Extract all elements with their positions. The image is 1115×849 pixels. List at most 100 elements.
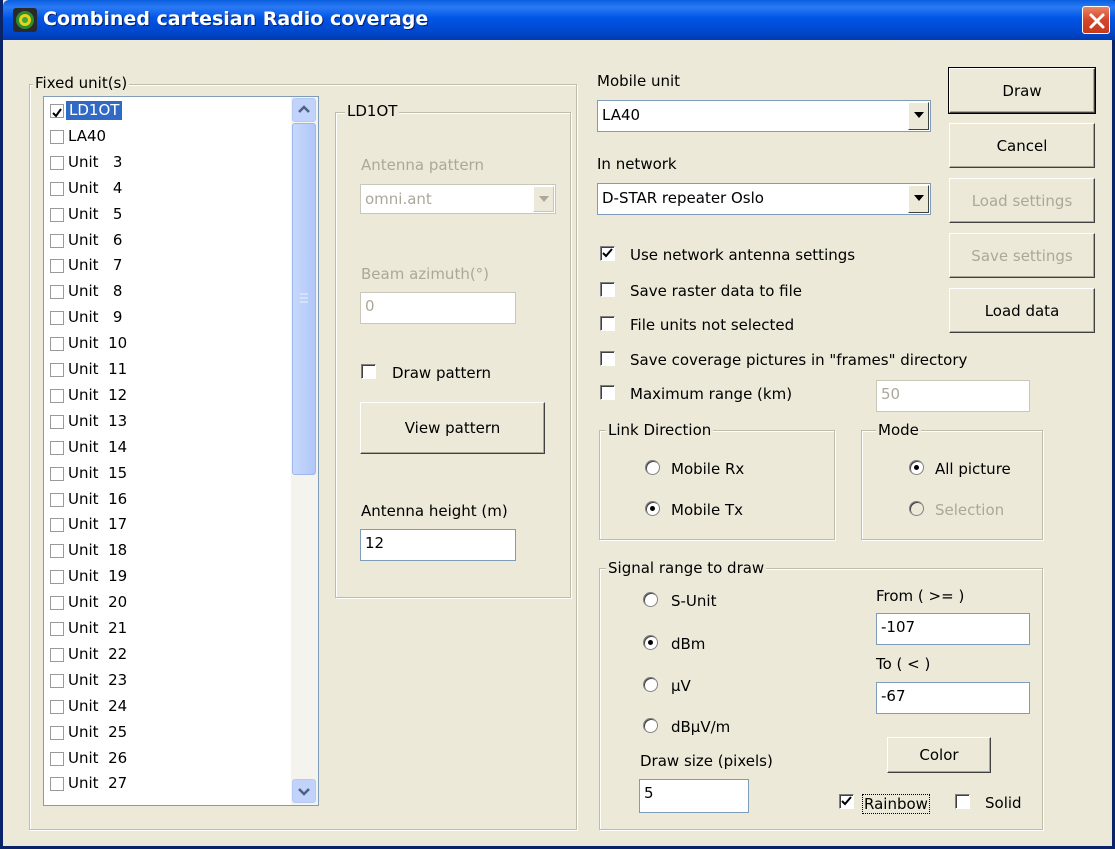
list-item-checkbox[interactable]	[50, 647, 64, 662]
use-network-antenna-checkbox[interactable]	[600, 246, 615, 261]
scroll-up-button[interactable]	[292, 98, 316, 122]
save-settings-button[interactable]: Save settings	[949, 233, 1095, 278]
list-item-checkbox[interactable]	[50, 259, 64, 274]
to-input[interactable]: -67	[876, 682, 1030, 714]
mobile-tx-radio[interactable]	[645, 501, 660, 516]
list-item[interactable]: Unit 8	[47, 281, 295, 302]
list-item-checkbox[interactable]	[50, 181, 64, 196]
list-item-checkbox[interactable]	[50, 363, 64, 377]
dbuvm-radio[interactable]	[643, 718, 658, 733]
list-item-checkbox[interactable]	[50, 622, 64, 636]
list-item-checkbox[interactable]	[50, 596, 64, 611]
file-units-checkbox[interactable]	[600, 316, 615, 331]
scroll-thumb[interactable]	[292, 123, 316, 475]
antenna-height-input[interactable]: 12	[360, 529, 516, 561]
view-pattern-button[interactable]: View pattern	[360, 402, 545, 454]
list-item[interactable]: Unit 11	[47, 359, 295, 380]
save-raster-label: Save raster data to file	[630, 282, 803, 300]
list-item-checkbox[interactable]	[50, 570, 64, 585]
list-item[interactable]: Unit 9	[47, 307, 295, 328]
app-icon	[13, 8, 37, 32]
draw-size-input[interactable]: 5	[639, 779, 749, 813]
link-direction-group	[599, 430, 835, 540]
list-item-checkbox[interactable]	[50, 233, 64, 248]
rainbow-checkbox[interactable]	[839, 794, 854, 809]
list-item[interactable]: Unit 22	[47, 644, 295, 665]
mobile-unit-select[interactable]: LA40	[597, 100, 931, 132]
beam-azimuth-input[interactable]: 0	[360, 292, 516, 324]
list-item[interactable]: Unit 15	[47, 463, 295, 484]
list-item[interactable]: Unit 19	[47, 566, 295, 587]
list-item-checkbox[interactable]	[50, 388, 64, 403]
list-item[interactable]: Unit 7	[47, 255, 295, 276]
list-item-checkbox[interactable]	[50, 207, 64, 222]
list-item-checkbox[interactable]	[50, 440, 64, 455]
all-picture-radio[interactable]	[909, 460, 924, 475]
in-network-select[interactable]: D-STAR repeater Oslo	[597, 183, 931, 215]
draw-pattern-checkbox[interactable]	[361, 364, 376, 379]
list-item[interactable]: LA40	[47, 126, 295, 147]
solid-checkbox[interactable]	[955, 794, 970, 809]
list-item-checkbox[interactable]	[50, 311, 64, 326]
fixed-units-list[interactable]: LD1OT LA40 Unit 3 Unit 4 Unit 5 Unit 6 Unit 7 U…	[43, 96, 319, 806]
dropdown-arrow-icon[interactable]	[908, 102, 929, 130]
list-item[interactable]: Unit 16	[47, 489, 295, 510]
list-item[interactable]: Unit 23	[47, 670, 295, 691]
max-range-checkbox[interactable]	[600, 385, 615, 400]
list-item[interactable]: Unit 3	[47, 152, 295, 173]
from-input[interactable]: -107	[876, 613, 1030, 645]
list-item[interactable]: Unit 14	[47, 437, 295, 458]
list-item[interactable]: Unit 5	[47, 204, 295, 225]
list-item-checkbox[interactable]	[50, 777, 64, 792]
list-item[interactable]: Unit 18	[47, 540, 295, 561]
solid-label: Solid	[985, 794, 1022, 812]
list-item[interactable]: Unit 17	[47, 514, 295, 535]
list-item-checkbox[interactable]	[50, 155, 64, 170]
color-button[interactable]: Color	[887, 737, 991, 773]
uv-radio[interactable]	[643, 677, 658, 692]
list-item[interactable]: Unit 6	[47, 230, 295, 251]
list-item[interactable]: Unit 21	[47, 618, 295, 639]
list-item[interactable]: Unit 12	[47, 385, 295, 406]
close-button[interactable]	[1082, 6, 1110, 34]
list-item[interactable]: Unit 25	[47, 722, 295, 743]
list-item[interactable]: LD1OT	[47, 100, 295, 121]
list-item-checkbox[interactable]	[50, 337, 64, 352]
save-raster-checkbox[interactable]	[600, 282, 615, 297]
scroll-down-button[interactable]	[292, 779, 316, 803]
list-item-checkbox[interactable]	[50, 544, 64, 559]
dbm-radio[interactable]	[643, 635, 658, 650]
list-item-checkbox[interactable]	[50, 673, 64, 688]
list-item[interactable]: Unit 26	[47, 748, 295, 769]
list-item-checkbox[interactable]	[50, 518, 64, 533]
list-item[interactable]: Unit 27	[47, 773, 295, 794]
list-item-checkbox[interactable]	[50, 466, 64, 481]
list-item-checkbox[interactable]	[50, 725, 64, 740]
dropdown-arrow-icon[interactable]	[533, 186, 554, 212]
list-item[interactable]: Unit 20	[47, 592, 295, 613]
list-item-checkbox[interactable]	[50, 285, 64, 300]
s-unit-radio[interactable]	[643, 592, 658, 607]
list-item[interactable]: Unit 10	[47, 333, 295, 354]
load-settings-button[interactable]: Load settings	[949, 178, 1095, 223]
list-item[interactable]: Unit 13	[47, 411, 295, 432]
save-coverage-checkbox[interactable]	[600, 351, 615, 366]
draw-button[interactable]: Draw	[948, 67, 1096, 114]
list-item[interactable]: Unit 24	[47, 696, 295, 717]
mobile-rx-radio[interactable]	[645, 460, 660, 475]
title-bar[interactable]: Combined cartesian Radio coverage	[3, 0, 1115, 40]
list-item[interactable]: Unit 4	[47, 178, 295, 199]
dropdown-arrow-icon[interactable]	[908, 185, 929, 213]
antenna-pattern-select[interactable]: omni.ant	[360, 184, 556, 214]
load-data-button[interactable]: Load data	[949, 288, 1095, 333]
selection-radio[interactable]	[909, 501, 924, 516]
list-item-checkbox[interactable]	[50, 129, 64, 144]
cancel-button[interactable]: Cancel	[949, 123, 1095, 168]
list-item-checkbox[interactable]	[50, 492, 64, 507]
list-scrollbar[interactable]	[291, 97, 318, 805]
list-item-checkbox[interactable]	[50, 414, 64, 429]
list-item-checkbox[interactable]	[50, 699, 64, 714]
max-range-input[interactable]: 50	[876, 380, 1030, 412]
list-item-checkbox[interactable]	[50, 751, 64, 766]
list-item-checkbox[interactable]	[50, 104, 64, 118]
